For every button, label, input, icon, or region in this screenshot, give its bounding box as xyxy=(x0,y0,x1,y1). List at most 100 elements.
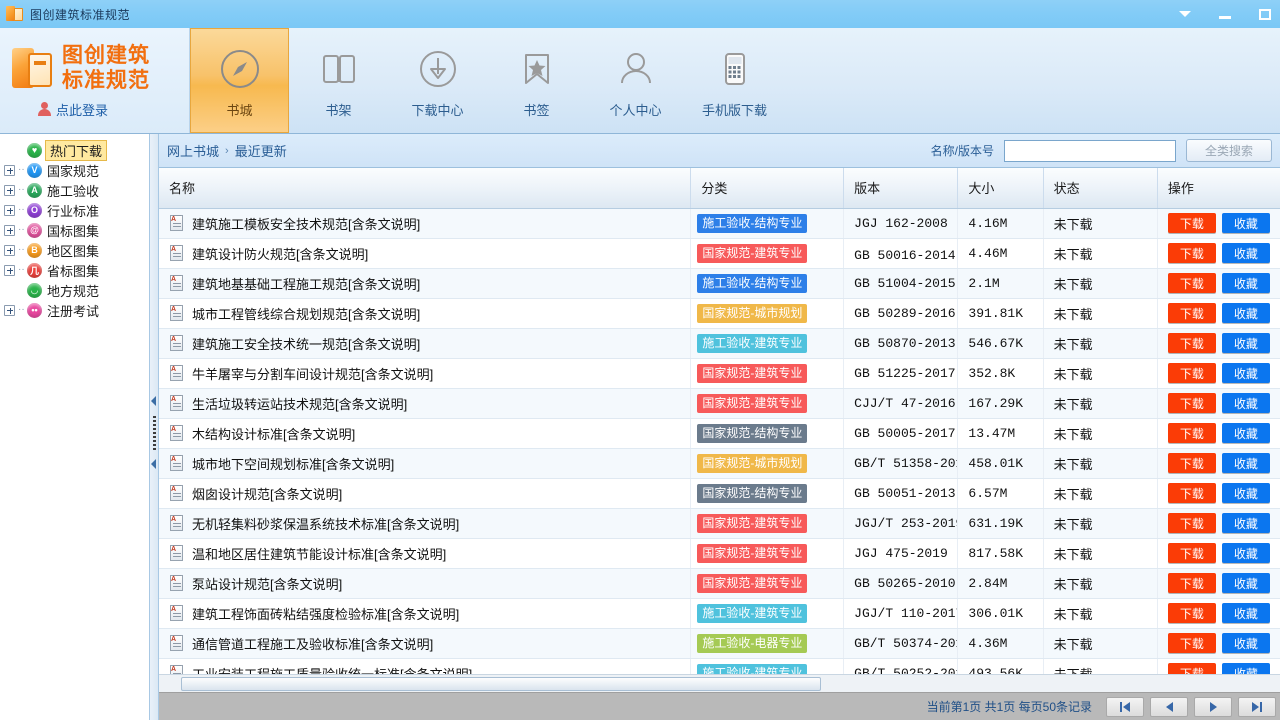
table-row[interactable]: A 生活垃圾转运站技术规范[含条文说明] 国家规范-建筑专业 CJJ/T 47-201… xyxy=(159,388,1280,419)
favorite-button[interactable]: 收藏 xyxy=(1221,423,1270,443)
cell-name[interactable]: A 建筑施工安全技术统一规范[含条文说明] xyxy=(159,328,692,359)
cell-name[interactable]: A 城市地下空间规划标准[含条文说明] xyxy=(159,448,692,479)
sidebar-item-4[interactable]: ·· @ 国标图集 xyxy=(0,220,149,240)
download-button[interactable]: 下载 xyxy=(1167,573,1216,593)
maximize-button[interactable] xyxy=(1254,4,1276,24)
nav-item-mobile-download[interactable]: 手机版下载 xyxy=(685,28,784,133)
column-header-status[interactable]: 状态 xyxy=(1043,168,1158,209)
favorite-button[interactable]: 收藏 xyxy=(1221,453,1270,473)
splitter-grip[interactable] xyxy=(153,416,156,452)
nav-item-bookshelf[interactable]: 书架 xyxy=(289,28,388,133)
favorite-button[interactable]: 收藏 xyxy=(1221,543,1270,563)
download-button[interactable]: 下载 xyxy=(1167,243,1216,263)
expand-plus-icon[interactable] xyxy=(4,184,15,196)
sidebar-item-8[interactable]: ·· •• 注册考试 xyxy=(0,300,149,320)
cell-name[interactable]: A 无机轻集料砂浆保温系统技术标准[含条文说明] xyxy=(159,508,692,539)
sidebar-item-3[interactable]: ·· O 行业标准 xyxy=(0,200,149,220)
table-row[interactable]: A 建筑设计防火规范[含条文说明] 国家规范-建筑专业 GB 50016-2014（2… xyxy=(159,238,1280,269)
download-button[interactable]: 下载 xyxy=(1167,453,1216,473)
download-button[interactable]: 下载 xyxy=(1167,213,1216,233)
table-row[interactable]: A 通信管道工程施工及验收标准[含条文说明] 施工验收-电器专业 GB/T 50374… xyxy=(159,628,1280,659)
prev-page-button[interactable] xyxy=(1150,696,1188,717)
next-page-button[interactable] xyxy=(1194,696,1232,717)
favorite-button[interactable]: 收藏 xyxy=(1221,603,1270,623)
nav-item-bookmark[interactable]: 书签 xyxy=(487,28,586,133)
favorite-button[interactable]: 收藏 xyxy=(1221,663,1270,674)
horizontal-scroll-thumb[interactable] xyxy=(181,676,821,691)
favorite-button[interactable]: 收藏 xyxy=(1221,483,1270,503)
download-button[interactable]: 下载 xyxy=(1167,663,1216,674)
table-row[interactable]: A 建筑工程饰面砖粘结强度检验标准[含条文说明] 施工验收-建筑专业 JGJ/T 11… xyxy=(159,598,1280,629)
login-link[interactable]: 点此登录 xyxy=(10,100,189,119)
nav-item-profile[interactable]: 个人中心 xyxy=(586,28,685,133)
cell-name[interactable]: A 泵站设计规范[含条文说明] xyxy=(159,568,692,599)
sidebar-item-1[interactable]: ·· V 国家规范 xyxy=(0,160,149,180)
cell-name[interactable]: A 牛羊屠宰与分割车间设计规范[含条文说明] xyxy=(159,358,692,389)
table-row[interactable]: A 建筑地基基础工程施工规范[含条文说明] 施工验收-结构专业 GB 51004-20… xyxy=(159,268,1280,299)
favorite-button[interactable]: 收藏 xyxy=(1221,213,1270,233)
sidebar-splitter[interactable] xyxy=(150,134,159,720)
download-button[interactable]: 下载 xyxy=(1167,513,1216,533)
cell-name[interactable]: A 温和地区居住建筑节能设计标准[含条文说明] xyxy=(159,538,692,569)
column-header-size[interactable]: 大小 xyxy=(957,168,1044,209)
search-input[interactable] xyxy=(1004,139,1176,162)
splitter-collapse-arrow-icon-2[interactable] xyxy=(151,459,156,469)
sidebar-item-6[interactable]: ·· 几省标图集 xyxy=(0,260,149,280)
table-row[interactable]: A 烟囱设计规范[含条文说明] 国家规范-结构专业 GB 50051-2013 6.57… xyxy=(159,478,1280,509)
table-row[interactable]: A 城市工程管线综合规划规范[含条文说明] 国家规范-城市规划 GB 50289-20… xyxy=(159,298,1280,329)
expand-plus-icon[interactable] xyxy=(4,264,15,276)
table-row[interactable]: A 建筑施工安全技术统一规范[含条文说明] 施工验收-建筑专业 GB 50870-20… xyxy=(159,328,1280,359)
download-button[interactable]: 下载 xyxy=(1167,423,1216,443)
download-button[interactable]: 下载 xyxy=(1167,543,1216,563)
breadcrumb-root[interactable]: 网上书城 xyxy=(167,141,219,160)
table-row[interactable]: A 建筑施工模板安全技术规范[含条文说明] 施工验收-结构专业 JGJ 162-200… xyxy=(159,208,1280,239)
sidebar-item-2[interactable]: ·· A 施工验收 xyxy=(0,180,149,200)
cell-name[interactable]: A 木结构设计标准[含条文说明] xyxy=(159,418,692,449)
column-header-action[interactable]: 操作 xyxy=(1157,168,1280,209)
favorite-button[interactable]: 收藏 xyxy=(1221,393,1270,413)
column-header-name[interactable]: 名称 xyxy=(159,168,692,209)
favorite-button[interactable]: 收藏 xyxy=(1221,273,1270,293)
sidebar-item-7[interactable]: ◡ 地方规范 xyxy=(0,280,149,300)
expand-plus-icon[interactable] xyxy=(4,164,15,176)
cell-name[interactable]: A 建筑设计防火规范[含条文说明] xyxy=(159,238,692,269)
cell-name[interactable]: A 通信管道工程施工及验收标准[含条文说明] xyxy=(159,628,692,659)
table-row[interactable]: A 温和地区居住建筑节能设计标准[含条文说明] 国家规范-建筑专业 JGJ 475-2… xyxy=(159,538,1280,569)
minimize-button[interactable] xyxy=(1214,4,1236,24)
nav-item-bookstore[interactable]: 书城 xyxy=(190,28,289,133)
expand-plus-icon[interactable] xyxy=(4,304,15,316)
dropdown-caret-icon[interactable] xyxy=(1174,4,1196,24)
sidebar-item-0[interactable]: ♥ 热门下载 xyxy=(0,139,149,161)
download-button[interactable]: 下载 xyxy=(1167,333,1216,353)
table-row[interactable]: A 木结构设计标准[含条文说明] 国家规范-结构专业 GB 50005-2017 13.… xyxy=(159,418,1280,449)
table-row[interactable]: A 工业安装工程施工质量验收统一标准[含条文说明] 施工验收-建筑专业 GB/T 50… xyxy=(159,658,1280,674)
cell-name[interactable]: A 建筑工程饰面砖粘结强度检验标准[含条文说明] xyxy=(159,598,692,629)
last-page-button[interactable] xyxy=(1238,696,1276,717)
horizontal-scrollbar[interactable] xyxy=(159,674,1280,692)
cell-name[interactable]: A 城市工程管线综合规划规范[含条文说明] xyxy=(159,298,692,329)
cell-name[interactable]: A 烟囱设计规范[含条文说明] xyxy=(159,478,692,509)
table-row[interactable]: A 城市地下空间规划标准[含条文说明] 国家规范-城市规划 GB/T 51358-20… xyxy=(159,448,1280,479)
favorite-button[interactable]: 收藏 xyxy=(1221,243,1270,263)
favorite-button[interactable]: 收藏 xyxy=(1221,633,1270,653)
column-header-version[interactable]: 版本 xyxy=(843,168,959,209)
expand-plus-icon[interactable] xyxy=(4,224,15,236)
table-row[interactable]: A 泵站设计规范[含条文说明] 国家规范-建筑专业 GB 50265-2010 2.84… xyxy=(159,568,1280,599)
favorite-button[interactable]: 收藏 xyxy=(1221,333,1270,353)
expand-plus-icon[interactable] xyxy=(4,244,15,256)
table-row[interactable]: A 牛羊屠宰与分割车间设计规范[含条文说明] 国家规范-建筑专业 GB 51225-2… xyxy=(159,358,1280,389)
download-button[interactable]: 下载 xyxy=(1167,483,1216,503)
cell-name[interactable]: A 生活垃圾转运站技术规范[含条文说明] xyxy=(159,388,692,419)
column-header-category[interactable]: 分类 xyxy=(690,168,845,209)
expand-plus-icon[interactable] xyxy=(4,204,15,216)
table-row[interactable]: A 无机轻集料砂浆保温系统技术标准[含条文说明] 国家规范-建筑专业 JGJ/T 25… xyxy=(159,508,1280,539)
download-button[interactable]: 下载 xyxy=(1167,603,1216,623)
favorite-button[interactable]: 收藏 xyxy=(1221,513,1270,533)
download-button[interactable]: 下载 xyxy=(1167,393,1216,413)
download-button[interactable]: 下载 xyxy=(1167,363,1216,383)
sidebar-item-5[interactable]: ·· B 地区图集 xyxy=(0,240,149,260)
favorite-button[interactable]: 收藏 xyxy=(1221,573,1270,593)
cell-name[interactable]: A 建筑施工模板安全技术规范[含条文说明] xyxy=(159,208,692,239)
splitter-collapse-arrow-icon[interactable] xyxy=(151,396,156,406)
search-button[interactable]: 全类搜索 xyxy=(1186,139,1272,162)
